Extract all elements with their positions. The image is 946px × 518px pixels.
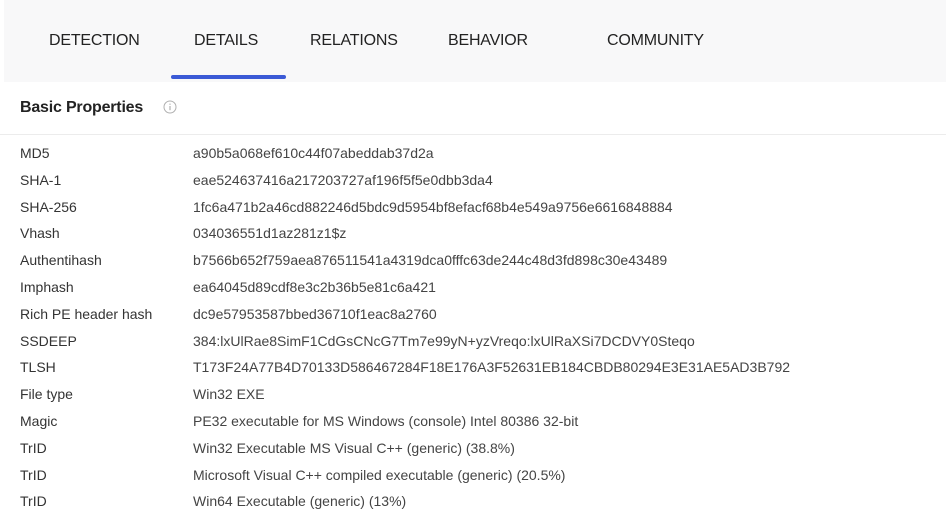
property-label: Imphash [20,278,74,295]
property-label: SSDEEP [20,332,77,349]
property-value[interactable]: Win32 EXE [193,386,265,402]
property-row-imphash: Imphash ea64045d89cdf8e3c2b36b5e81c6a421 [0,275,946,302]
property-label: TLSH [20,359,56,376]
property-row-file-type: File type Win32 EXE [0,382,946,409]
property-label: File type [20,386,73,403]
property-label: TrID [20,439,47,456]
tab-relations[interactable]: RELATIONS [310,32,398,50]
property-value[interactable]: a90b5a068ef610c44f07abeddab37d2a [193,145,434,161]
property-row-tlsh: TLSH T173F24A77B4D70133D586467284F18E176… [0,355,946,382]
property-label: MD5 [20,145,50,161]
property-label: Rich PE header hash [20,305,153,322]
tab-community[interactable]: COMMUNITY [607,32,704,50]
property-row-vhash: Vhash 034036551d1az281z1$z [0,221,946,248]
property-row-sha256: SHA-256 1fc6a471b2a46cd882246d5bdc9d5954… [0,195,946,222]
property-value[interactable]: T173F24A77B4D70133D586467284F18E176A3F52… [193,359,790,375]
property-value[interactable]: eae524637416a217203727af196f5f5e0dbb3da4 [193,172,493,188]
property-value[interactable]: b7566b652f759aea876511541a4319dca0fffc63… [193,252,667,268]
property-value[interactable]: PE32 executable for MS Windows (console)… [193,413,578,429]
property-row-ssdeep: SSDEEP 384:lxUlRae8SimF1CdGsCNcG7Tm7e99y… [0,329,946,356]
tab-detection[interactable]: DETECTION [49,32,140,50]
property-row-trid: TrID Win32 Executable MS Visual C++ (gen… [0,436,946,463]
section-title: Basic Properties [20,99,144,116]
property-row-sha1: SHA-1 eae524637416a217203727af196f5f5e0d… [0,168,946,195]
active-tab-indicator [171,75,286,79]
property-value[interactable]: 1fc6a471b2a46cd882246d5bdc9d5954bf8efacf… [193,199,673,215]
property-value[interactable]: ea64045d89cdf8e3c2b36b5e81c6a421 [193,279,436,295]
property-row-rich-pe-header-hash: Rich PE header hash dc9e57953587bbed3671… [0,302,946,329]
property-label: SHA-1 [20,171,62,188]
tab-bar: DETECTION DETAILS RELATIONS BEHAVIOR COM… [4,0,946,82]
property-value[interactable]: 384:lxUlRae8SimF1CdGsCNcG7Tm7e99yN+yzVre… [193,333,695,349]
property-row-md5: MD5 a90b5a068ef610c44f07abeddab37d2a [0,141,946,168]
property-row-trid: TrID Microsoft Visual C++ compiled execu… [0,463,946,490]
property-row-authentihash: Authentihash b7566b652f759aea876511541a4… [0,248,946,275]
property-row-trid: TrID Win64 Executable (generic) (13%) [0,489,946,516]
property-label: TrID [20,493,47,510]
property-label: Vhash [20,225,60,242]
property-label: SHA-256 [20,198,77,215]
properties-list: MD5 a90b5a068ef610c44f07abeddab37d2a SHA… [0,141,946,516]
property-value[interactable]: Microsoft Visual C++ compiled executable… [193,467,565,483]
property-label: Magic [20,412,58,429]
property-value[interactable]: 034036551d1az281z1$z [193,225,346,241]
tab-behavior[interactable]: BEHAVIOR [448,32,528,50]
property-label: Authentihash [20,252,102,269]
property-value[interactable]: Win32 Executable MS Visual C++ (generic)… [193,440,515,456]
tab-details[interactable]: DETAILS [194,32,258,50]
section-header: Basic Properties [0,82,946,135]
info-circle-icon[interactable] [163,100,177,114]
property-value[interactable]: dc9e57953587bbed36710f1eac8a2760 [193,306,437,322]
property-label: TrID [20,466,47,483]
property-row-magic: Magic PE32 executable for MS Windows (co… [0,409,946,436]
property-value[interactable]: Win64 Executable (generic) (13%) [193,493,406,509]
